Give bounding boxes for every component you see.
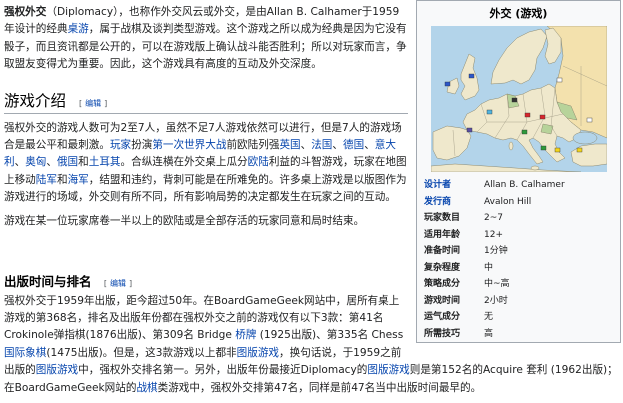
article-link[interactable]: 图版游戏 bbox=[237, 347, 279, 359]
edit-section-link[interactable]: 编辑 bbox=[110, 279, 126, 288]
article-text: 、 bbox=[300, 139, 312, 152]
article-link[interactable]: 桥牌 bbox=[235, 329, 256, 341]
article-text: 和 bbox=[56, 173, 68, 186]
article-text: 游戏在某一位玩家席卷一半以上的欧陆或是全部存活的玩家同意和局时结束。 bbox=[4, 214, 365, 227]
article-link[interactable]: 第一次世界大战 bbox=[152, 139, 226, 151]
article-text: (1475出版)。但是，这3款游戏以上都非 bbox=[46, 346, 237, 359]
infobox-label-players: 玩家数目 bbox=[424, 213, 461, 223]
infobox-label-cell: 发行商 bbox=[420, 194, 484, 211]
map-unit-marker bbox=[466, 127, 472, 133]
infobox-label-publisher-link[interactable]: 发行商 bbox=[424, 197, 451, 207]
article-link[interactable]: 英国 bbox=[279, 139, 300, 151]
article-link[interactable]: 图版游戏 bbox=[36, 364, 78, 376]
infobox-value-ages: 12+ bbox=[484, 229, 503, 240]
edit-bracket-close: ] bbox=[104, 98, 108, 108]
map-unit-marker bbox=[524, 112, 530, 118]
map-unit-marker bbox=[540, 145, 546, 151]
infobox-row-playing-time: 游戏时间 2小时 bbox=[420, 293, 617, 310]
infobox-row-complexity: 复杂程度 中 bbox=[420, 260, 617, 277]
article-link[interactable]: 海军 bbox=[68, 174, 89, 186]
article-text: 类游戏中，强权外交排第47名，同样是前47名当中出版时间最早的。 bbox=[157, 381, 482, 394]
article-text: 、 bbox=[364, 139, 375, 152]
infobox-value-skills: 高 bbox=[484, 328, 494, 339]
article-link[interactable]: 奥匈 bbox=[25, 156, 46, 168]
article-content: 外交 (游戏) 设计者 Allan B. Calhamer 发行商 Avalon… bbox=[0, 0, 623, 403]
map-unit-marker bbox=[554, 147, 560, 153]
article-link[interactable]: 国际象棋 bbox=[4, 347, 46, 359]
infobox-label-playing-time: 游戏时间 bbox=[424, 295, 461, 306]
article-bold-term: 强权外交 bbox=[4, 6, 47, 18]
edit-bracket-open: [ bbox=[103, 279, 107, 289]
article-link[interactable]: 图版游戏 bbox=[367, 364, 409, 376]
infobox: 外交 (游戏) 设计者 Allan B. Calhamer 发行商 Avalon… bbox=[416, 0, 621, 343]
map-island-sicily bbox=[530, 165, 539, 171]
article-text: 和 bbox=[78, 156, 89, 169]
article-text: 前欧陆列强 bbox=[226, 139, 280, 152]
article-text: 。合纵连横在外交桌上瓜分 bbox=[120, 156, 248, 169]
map-unit-marker bbox=[511, 97, 517, 103]
edit-bracket-open: [ bbox=[78, 98, 83, 108]
infobox-label-cell: 设计者 bbox=[420, 177, 484, 194]
infobox-label-skills: 所需技巧 bbox=[424, 328, 461, 339]
map-unit-marker bbox=[556, 77, 562, 83]
infobox-value-setup-time: 1分钟 bbox=[484, 246, 508, 256]
article-text: 、 bbox=[46, 156, 57, 169]
infobox-value-chance: 无 bbox=[484, 312, 494, 322]
infobox-row-players: 玩家数目 2~7 bbox=[420, 210, 617, 227]
infobox-row-skills: 所需技巧 高 bbox=[420, 326, 617, 343]
article-text: (1925出版)、第335名 Chess bbox=[256, 329, 404, 342]
infobox-value-playing-time: 2小时 bbox=[484, 295, 508, 306]
article-text: 、 bbox=[14, 156, 26, 169]
infobox-row-setup-time: 准备时间 1分钟 bbox=[420, 243, 617, 260]
infobox-value-publisher: Avalon Hill bbox=[484, 196, 532, 207]
infobox-value-designer: Allan B. Calhamer bbox=[484, 180, 565, 190]
map-unit-marker bbox=[521, 129, 527, 135]
map-unit-marker bbox=[486, 109, 492, 115]
edit-section: [编辑] bbox=[79, 99, 107, 108]
infobox-title: 外交 (游戏) bbox=[489, 7, 548, 20]
infobox-label-ages: 适用年龄 bbox=[424, 229, 461, 240]
article-link[interactable]: 桌游 bbox=[68, 23, 89, 35]
section-title: 游戏介绍 bbox=[4, 91, 67, 110]
section-heading-gameplay: 游戏介绍 [编辑] bbox=[4, 91, 408, 114]
article-link[interactable]: 战棋 bbox=[136, 382, 157, 394]
infobox-row-strategy: 策略成分 中~高 bbox=[420, 276, 617, 293]
article-text: 扮演 bbox=[131, 139, 153, 152]
infobox-row-ages: 适用年龄 12+ bbox=[420, 227, 617, 244]
infobox-label-designer-link[interactable]: 设计者 bbox=[424, 180, 451, 190]
infobox-row-publisher: 发行商 Avalon Hill bbox=[420, 194, 617, 211]
section-title: 出版时间与排名 bbox=[4, 274, 92, 290]
infobox-label-chance: 运气成分 bbox=[424, 312, 461, 322]
edit-section: [编辑] bbox=[104, 279, 132, 288]
article-link[interactable]: 土耳其 bbox=[89, 156, 121, 168]
article-text: 、 bbox=[332, 139, 343, 152]
article-link[interactable]: 欧陆 bbox=[248, 156, 269, 168]
infobox-row-chance: 运气成分 无 bbox=[420, 309, 617, 326]
article-link[interactable]: 俄国 bbox=[57, 156, 78, 168]
map-unit-marker bbox=[468, 73, 474, 79]
infobox-value-complexity: 中 bbox=[484, 262, 494, 273]
infobox-label-complexity: 复杂程度 bbox=[424, 262, 461, 273]
article-link[interactable]: 法国 bbox=[311, 139, 332, 151]
article-link[interactable]: 德国 bbox=[343, 139, 364, 151]
map-unit-marker bbox=[539, 114, 545, 120]
edit-bracket-close: ] bbox=[129, 279, 133, 289]
article-link[interactable]: 玩家 bbox=[110, 139, 131, 151]
map-unit-marker bbox=[576, 147, 582, 153]
infobox-table: 设计者 Allan B. Calhamer 发行商 Avalon Hill 玩家… bbox=[420, 177, 617, 342]
infobox-value-players: 2~7 bbox=[484, 213, 503, 223]
infobox-label-setup-time: 准备时间 bbox=[424, 246, 461, 256]
infobox-row-designer: 设计者 Allan B. Calhamer bbox=[420, 177, 617, 194]
article-text: 中，强权外交排名第一。另外，出版年份最接近Diplomacy的 bbox=[78, 364, 368, 377]
map-unit-marker bbox=[586, 117, 592, 123]
edit-section-link[interactable]: 编辑 bbox=[85, 99, 101, 108]
map-black-sea bbox=[572, 131, 597, 145]
infobox-value-strategy: 中~高 bbox=[484, 279, 510, 289]
map-island-corsica bbox=[508, 141, 513, 151]
infobox-label-strategy: 策略成分 bbox=[424, 279, 461, 289]
article-link[interactable]: 陆军 bbox=[36, 174, 57, 186]
map-unit-marker bbox=[444, 81, 450, 87]
board-map-image bbox=[430, 26, 607, 172]
